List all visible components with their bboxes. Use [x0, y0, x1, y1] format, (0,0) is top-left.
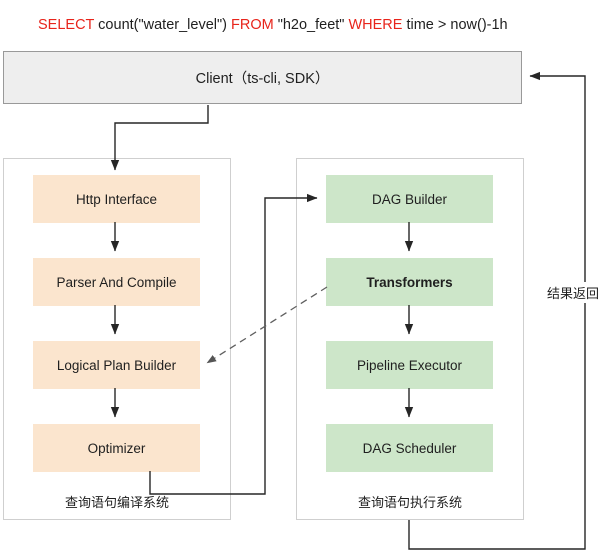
- node-dag-builder: DAG Builder: [326, 175, 493, 223]
- client-node-label: Client（ts-cli, SDK）: [195, 71, 330, 87]
- node-transformers: Transformers: [326, 258, 493, 306]
- edge-label-result-return: 结果返回: [545, 282, 602, 303]
- node-optimizer-label: Optimizer: [87, 440, 146, 456]
- diagram-canvas: SELECT count("water_level") FROM "h2o_fe…: [0, 0, 615, 560]
- node-logical-plan-builder: Logical Plan Builder: [33, 341, 200, 389]
- panel-execute-caption: 查询语句执行系统: [357, 495, 462, 510]
- node-optimizer: Optimizer: [33, 424, 200, 472]
- node-logical-plan-builder-label: Logical Plan Builder: [56, 357, 177, 373]
- node-dag-scheduler-label: DAG Scheduler: [362, 440, 457, 456]
- node-parser-and-compile-label: Parser And Compile: [56, 274, 177, 290]
- node-http-interface: Http Interface: [33, 175, 200, 223]
- node-http-interface-label: Http Interface: [75, 191, 158, 207]
- sql-expr-count: count("water_level"): [94, 17, 231, 33]
- node-pipeline-executor: Pipeline Executor: [326, 341, 493, 389]
- node-dag-scheduler: DAG Scheduler: [326, 424, 493, 472]
- sql-keyword-from: FROM: [230, 17, 274, 33]
- sql-measurement: "h2o_feet": [273, 17, 349, 33]
- panel-compile-caption: 查询语句编译系统: [64, 495, 169, 510]
- sql-keyword-where: WHERE: [348, 17, 403, 33]
- sql-query-text: SELECT count("water_level") FROM "h2o_fe…: [38, 17, 508, 33]
- node-dag-builder-label: DAG Builder: [371, 191, 448, 207]
- panel-query-compile-system: Http Interface Parser And Compile Logica…: [3, 158, 231, 520]
- panel-query-execution-system: DAG Builder Transformers Pipeline Execut…: [296, 158, 524, 520]
- client-node: Client（ts-cli, SDK）: [3, 51, 522, 104]
- sql-keyword-select: SELECT: [38, 17, 95, 33]
- node-pipeline-executor-label: Pipeline Executor: [356, 357, 463, 373]
- node-parser-and-compile: Parser And Compile: [33, 258, 200, 306]
- sql-condition: time > now()-1h: [402, 17, 508, 33]
- node-transformers-label: Transformers: [366, 274, 453, 290]
